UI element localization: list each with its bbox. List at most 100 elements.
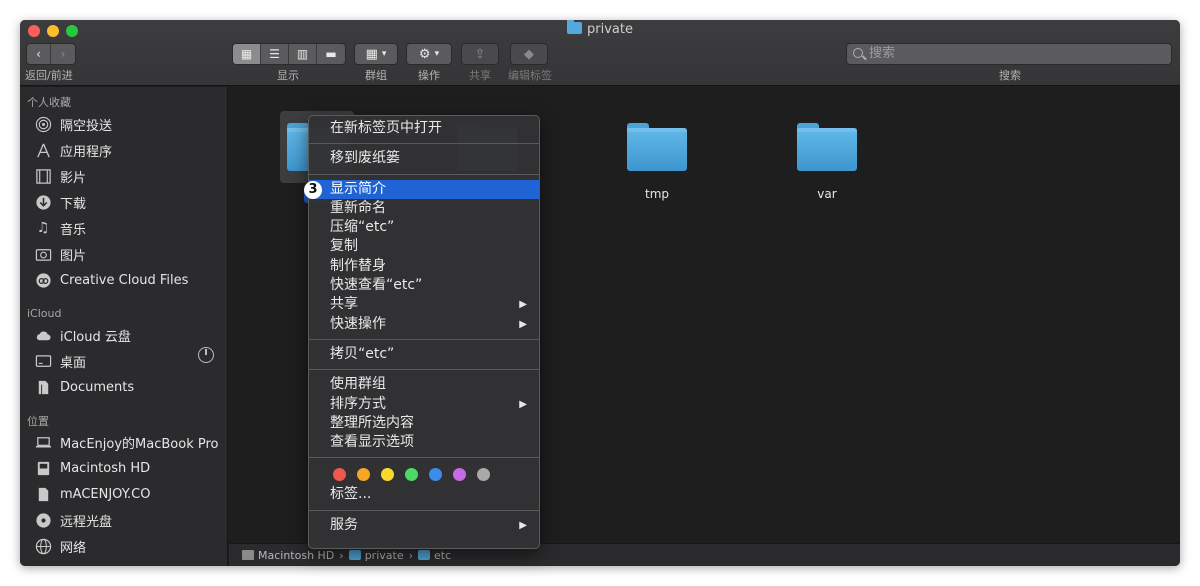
sync-progress-icon [198,347,214,363]
view-mode-control: ▦ ☰ ▥ ▬ [232,43,346,65]
toolbar: private ‹ › 返回/前进 ▦ ☰ ▥ ▬ 显示 ▦ ▾ 群组 ⚙ ▾ 操作… [20,20,1180,86]
tag-color-red[interactable] [333,467,346,481]
sidebar-item-macenjoy[interactable]: mACENJOY.CO [34,482,150,506]
folder-icon [627,128,687,171]
optical-disc-icon [34,511,52,529]
menu-item-tags[interactable]: 标签... [309,485,539,504]
action-label: 操作 [418,69,440,82]
menu-item-quick-actions[interactable]: 快速操作 ▶ [309,315,539,334]
chevron-down-icon: ▾ [381,49,387,59]
grid-icon: ▦ [240,47,253,61]
sidebar-item-downloads[interactable]: 下载 [34,190,86,214]
sidebar-item-pictures[interactable]: 图片 [34,242,86,266]
sidebar-item-macintosh-hd[interactable]: Macintosh HD [34,456,150,480]
group-label: 群组 [365,69,387,82]
finder-window: private ‹ › 返回/前进 ▦ ☰ ▥ ▬ 显示 ▦ ▾ 群组 ⚙ ▾ 操作… [20,20,1180,566]
icloud-header: iCloud [27,307,62,320]
list-icon: ☰ [269,47,280,61]
share-button[interactable]: ⇪ [461,43,499,65]
creative-cloud-icon [34,271,52,289]
tag-icon: ◆ [524,46,534,62]
sidebar-item-documents[interactable]: Documents [34,375,134,399]
menu-item-rename[interactable]: 重新命名 [309,199,539,218]
folder-item-var[interactable] [797,123,857,171]
icon-view-button[interactable]: ▦ [233,44,261,64]
menu-item-use-groups[interactable]: 使用群组 [309,375,539,394]
document-icon [34,378,52,396]
menu-item-sort-by[interactable]: 排序方式 ▶ [309,395,539,414]
sidebar-item-airdrop[interactable]: 隔空投送 [34,112,112,136]
sidebar-item-desktop[interactable]: 桌面 [34,349,86,373]
menu-item-compress[interactable]: 压缩“etc” [309,218,539,237]
path-item-macintosh-hd[interactable]: Macintosh HD [242,549,334,562]
disk-icon [242,550,254,560]
sidebar-item-macbook[interactable]: MacEnjoy的MacBook Pro [34,430,218,454]
folder-icon [348,550,361,560]
submenu-arrow-icon: ▶ [519,398,527,410]
menu-item-get-info[interactable]: 3 显示简介 [304,179,539,199]
list-view-button[interactable]: ☰ [261,44,289,64]
back-button[interactable]: ‹ [27,44,51,64]
submenu-arrow-icon: ▶ [519,299,527,311]
nav-label: 返回/前进 [25,69,73,82]
share-label: 共享 [469,69,491,82]
menu-item-open-new-tab[interactable]: 在新标签页中打开 [309,119,539,138]
sidebar-item-remote-disc[interactable]: 远程光盘 [34,508,112,532]
path-item-etc[interactable]: etc [418,549,451,562]
group-button[interactable]: ▦ ▾ [354,43,398,65]
sidebar-item-music[interactable]: ♫ 音乐 [34,216,86,240]
menu-item-clean-up[interactable]: 整理所选内容 [309,414,539,433]
search-input[interactable]: 搜索 [846,43,1172,65]
edit-tags-button[interactable]: ◆ [510,43,548,65]
forward-button[interactable]: › [51,44,75,64]
path-separator-icon: › [339,548,344,562]
column-view-button[interactable]: ▥ [289,44,317,64]
back-forward-control: ‹ › [26,43,76,65]
path-item-private[interactable]: private [348,549,404,562]
edit-tags-label: 编辑标签 [508,69,552,82]
sidebar-item-movies[interactable]: 影片 [34,164,86,188]
menu-item-make-alias[interactable]: 制作替身 [309,257,539,276]
folder-item-tmp[interactable] [627,123,687,171]
music-icon: ♫ [36,220,50,236]
folder-icon [418,550,431,560]
menu-item-share[interactable]: 共享 ▶ [309,295,539,314]
sidebar: 个人收藏 隔空投送 应用程序 影片 下载 ♫ 音乐 图片 Creative Cl… [20,87,228,566]
network-icon [34,537,52,555]
submenu-arrow-icon: ▶ [519,318,527,330]
gallery-view-button[interactable]: ▬ [317,44,345,64]
pictures-icon [34,245,52,263]
tag-color-row [309,463,539,485]
tag-color-purple[interactable] [453,467,466,481]
window-title: private [20,20,1180,37]
laptop-icon [34,433,52,451]
favorites-header: 个人收藏 [27,96,71,109]
chevron-left-icon: ‹ [36,47,41,61]
tag-color-green[interactable] [405,467,418,481]
sidebar-item-creative-cloud[interactable]: Creative Cloud Files [34,268,188,292]
context-menu: 在新标签页中打开 移到废纸篓 3 显示简介 重新命名 压缩“etc” 复制 制作… [304,115,540,549]
sidebar-item-icloud-drive[interactable]: iCloud 云盘 [34,323,131,347]
menu-separator [309,173,539,175]
menu-item-services[interactable]: 服务 ▶ [309,516,539,535]
tag-color-gray[interactable] [477,467,490,481]
view-label: 显示 [277,69,299,82]
search-icon [853,48,863,58]
file-icon [34,485,52,503]
tag-color-yellow[interactable] [381,467,394,481]
menu-item-move-to-trash[interactable]: 移到废纸篓 [309,149,539,168]
tag-color-blue[interactable] [429,467,442,481]
menu-item-quick-look[interactable]: 快速查看“etc” [309,276,539,295]
sidebar-item-network[interactable]: 网络 [34,534,86,558]
chevron-down-icon: ▾ [434,49,440,59]
tag-color-orange[interactable] [357,467,370,481]
action-button[interactable]: ⚙ ▾ [406,43,452,65]
menu-separator [309,457,539,459]
cloud-icon [34,326,52,344]
menu-item-view-options[interactable]: 查看显示选项 [309,433,539,452]
group-icon: ▦ [365,46,378,62]
gallery-icon: ▬ [325,47,337,61]
menu-item-copy[interactable]: 拷贝“etc” [309,345,539,364]
menu-item-duplicate[interactable]: 复制 [309,237,539,256]
sidebar-item-applications[interactable]: 应用程序 [34,138,112,162]
